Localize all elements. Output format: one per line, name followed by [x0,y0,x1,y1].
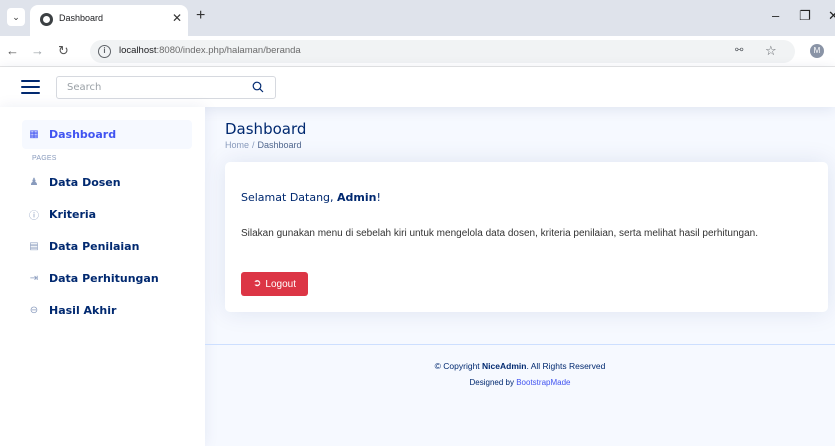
box-arrow-in-icon: ⇥ [29,273,39,284]
browser-tab-bar: ⌄ Dashboard ✕ + – ❐ ✕ [0,0,835,36]
back-arrow-icon[interactable]: ← [6,43,19,59]
sidebar-item-data-penilaian[interactable]: ▤ Data Penilaian [22,232,192,261]
sidebar-heading: PAGES [32,155,57,162]
sidebar-item-label: Kriteria [49,208,97,221]
sidebar-item-data-dosen[interactable]: ♟ Data Dosen [22,168,192,197]
welcome-title: Selamat Datang, Admin! [241,191,381,204]
welcome-card: Selamat Datang, Admin! Silakan gunakan m… [225,162,828,312]
bookmark-star-icon[interactable]: ☆ [765,43,777,59]
breadcrumb: Home / Dashboard [225,140,302,150]
dash-circle-icon: ⊖ [29,305,39,316]
sidebar-item-label: Dashboard [49,128,117,141]
box-arrow-right-icon: ➲ [253,278,262,289]
tab-search-chevron-icon[interactable]: ⌄ [7,8,25,26]
breadcrumb-current: Dashboard [257,140,302,150]
sidebar: ▦ Dashboard PAGES ♟ Data Dosen ⓘ Kriteri… [0,107,205,446]
grid-icon: ▦ [29,129,39,140]
breadcrumb-home-link[interactable]: Home [225,140,249,150]
browser-tab[interactable]: Dashboard ✕ [30,5,188,36]
sidebar-item-kriteria[interactable]: ⓘ Kriteria [22,200,192,229]
sidebar-item-dashboard[interactable]: ▦ Dashboard [22,120,192,149]
tab-close-icon[interactable]: ✕ [172,11,182,25]
welcome-description: Silakan gunakan menu di sebelah kiri unt… [241,228,758,239]
sidebar-item-label: Hasil Akhir [49,304,117,317]
forward-arrow-icon[interactable]: → [31,43,44,59]
search-icon[interactable] [252,81,264,96]
copyright-text: © Copyright NiceAdmin. All Rights Reserv… [434,361,606,371]
app-header [0,67,835,107]
user-name: Admin [337,191,377,204]
sidebar-item-label: Data Perhitungan [49,272,159,285]
tab-title: Dashboard [59,13,104,23]
window-close-icon[interactable]: ✕ [828,8,835,24]
person-icon: ♟ [29,177,39,188]
page-title: Dashboard [225,120,307,138]
new-tab-plus-icon[interactable]: + [196,7,205,25]
browser-menu-icon[interactable]: ⋮ [831,43,835,57]
restore-icon[interactable]: ❐ [799,8,811,24]
url-text: localhost:8080/index.php/halaman/beranda [119,45,301,56]
site-info-icon[interactable]: i [98,45,111,58]
favicon-icon [40,13,53,26]
profile-avatar[interactable]: M [810,44,824,58]
logout-button[interactable]: ➲ Logout [241,272,308,296]
logout-label: Logout [265,278,296,290]
sidebar-item-data-perhitungan[interactable]: ⇥ Data Perhitungan [22,264,192,293]
card-list-icon: ▤ [29,241,39,252]
question-circle-icon: ⓘ [29,211,39,222]
search-input[interactable] [56,76,276,99]
footer: © Copyright NiceAdmin. All Rights Reserv… [205,344,835,446]
browser-toolbar: ← → ↻ i localhost:8080/index.php/halaman… [0,36,835,67]
minimize-icon[interactable]: – [772,8,779,24]
reload-icon[interactable]: ↻ [58,43,69,59]
password-key-icon[interactable]: ⚯ [735,45,743,56]
footer-brand: NiceAdmin [482,361,527,371]
sidebar-item-hasil-akhir[interactable]: ⊖ Hasil Akhir [22,296,192,325]
toggle-sidebar-icon[interactable] [21,80,40,94]
sidebar-item-label: Data Dosen [49,176,121,189]
designer-link[interactable]: BootstrapMade [516,378,570,387]
credits-text: Designed by BootstrapMade [469,378,571,387]
address-bar[interactable]: i localhost:8080/index.php/halaman/beran… [90,40,795,63]
sidebar-item-label: Data Penilaian [49,240,140,253]
